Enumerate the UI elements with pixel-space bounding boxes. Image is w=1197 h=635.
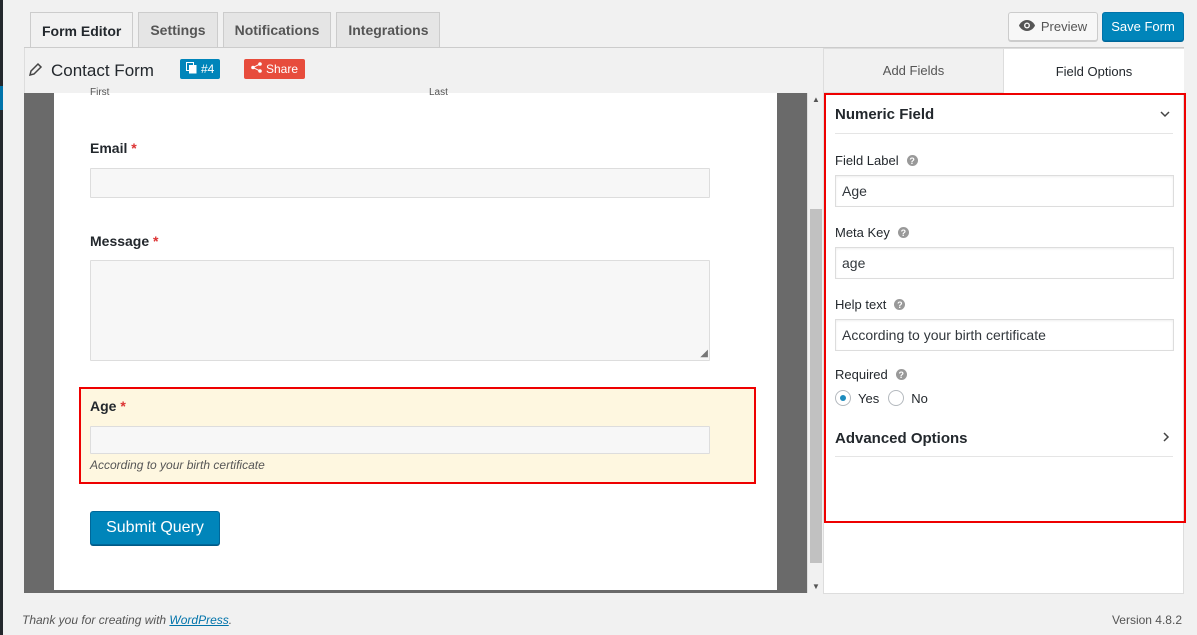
tab-notifications[interactable]: Notifications — [222, 12, 332, 47]
admin-menu-edge — [0, 0, 3, 635]
field-label-input[interactable]: Age — [835, 175, 1174, 207]
help-icon[interactable]: ? — [906, 155, 918, 166]
preview-scrollbar[interactable]: ▲ ▼ — [807, 93, 823, 593]
eye-icon — [1018, 19, 1035, 34]
help-icon[interactable]: ? — [897, 227, 909, 238]
field-label-label: Field Label ? — [835, 153, 918, 168]
form-title-text: Contact Form — [51, 61, 154, 80]
share-icon — [251, 62, 262, 76]
required-marker: * — [131, 140, 137, 156]
required-no-radio[interactable] — [888, 390, 905, 406]
message-textarea[interactable]: ◢ — [90, 260, 710, 361]
scrollbar-thumb[interactable] — [810, 209, 822, 563]
numeric-field-title: Numeric Field — [835, 106, 935, 123]
admin-menu-active-marker — [0, 86, 3, 110]
chevron-down-icon[interactable] — [1160, 107, 1170, 121]
footer-credit: Thank you for creating with WordPress. — [22, 613, 233, 627]
age-field-selected[interactable]: Age * According to your birth certificat… — [79, 387, 756, 484]
field-options-box: Numeric Field Field Label ? Age Meta Key… — [824, 93, 1186, 523]
footer-version: Version 4.8.2 — [1111, 613, 1182, 627]
share-button[interactable]: Share — [244, 59, 306, 79]
help-icon[interactable]: ? — [894, 299, 906, 310]
share-label: Share — [266, 62, 299, 76]
copy-icon — [186, 61, 197, 77]
help-text-label: Help text ? — [835, 297, 906, 312]
age-help-text: According to your birth certificate — [90, 458, 265, 472]
builder-header: Contact Form #4 Share — [24, 48, 823, 93]
help-icon[interactable]: ? — [895, 369, 907, 380]
required-label: Required ? — [835, 367, 907, 382]
tab-settings[interactable]: Settings — [138, 12, 218, 47]
age-label: Age * — [90, 398, 126, 414]
form-title[interactable]: Contact Form — [28, 61, 154, 81]
last-name-sublabel: Last — [429, 87, 448, 98]
required-marker: * — [120, 398, 126, 414]
preview-label: Preview — [1040, 19, 1088, 34]
first-name-sublabel: First — [90, 87, 110, 98]
form-preview-area: First Last Email * Message * ◢ Age * Acc… — [24, 87, 807, 593]
advanced-options-toggle[interactable]: Advanced Options — [835, 430, 968, 447]
email-field[interactable] — [90, 168, 710, 198]
tab-form-editor[interactable]: Form Editor — [30, 12, 134, 48]
form-id-text: #4 — [201, 62, 215, 76]
form-preview-paper: First Last Email * Message * ◢ Age * Acc… — [54, 87, 777, 590]
age-input[interactable] — [90, 426, 710, 454]
form-id-badge[interactable]: #4 — [180, 59, 221, 79]
message-label: Message * — [90, 233, 159, 249]
tab-add-fields[interactable]: Add Fields — [824, 49, 1004, 93]
divider — [835, 133, 1173, 134]
meta-key-input[interactable]: age — [835, 247, 1174, 279]
resize-grip-icon[interactable]: ◢ — [700, 349, 708, 359]
help-text-input[interactable]: According to your birth certificate — [835, 319, 1174, 351]
scroll-down-icon[interactable]: ▼ — [812, 582, 820, 591]
scroll-up-icon[interactable]: ▲ — [812, 95, 820, 104]
chevron-right-icon[interactable] — [1163, 431, 1170, 445]
required-radio-group: Yes No — [835, 390, 928, 406]
field-options-panel: Add Fields Field Options Numeric Field F… — [823, 48, 1186, 594]
tab-integrations[interactable]: Integrations — [336, 12, 441, 47]
tab-field-options[interactable]: Field Options — [1004, 49, 1184, 93]
divider — [835, 456, 1173, 457]
preview-button[interactable]: Preview — [1008, 12, 1098, 41]
required-yes-radio[interactable] — [835, 390, 851, 406]
required-yes-label[interactable]: Yes — [858, 391, 879, 406]
save-form-button[interactable]: Save Form — [1102, 12, 1184, 41]
wordpress-link[interactable]: WordPress — [169, 613, 228, 627]
pencil-icon — [28, 61, 43, 81]
meta-key-label: Meta Key ? — [835, 225, 909, 240]
submit-query-button[interactable]: Submit Query — [90, 511, 220, 545]
editor-tabs: Form Editor Settings Notifications Integ… — [30, 12, 441, 48]
email-label: Email * — [90, 140, 137, 156]
required-marker: * — [153, 233, 159, 249]
required-no-label[interactable]: No — [911, 391, 928, 406]
